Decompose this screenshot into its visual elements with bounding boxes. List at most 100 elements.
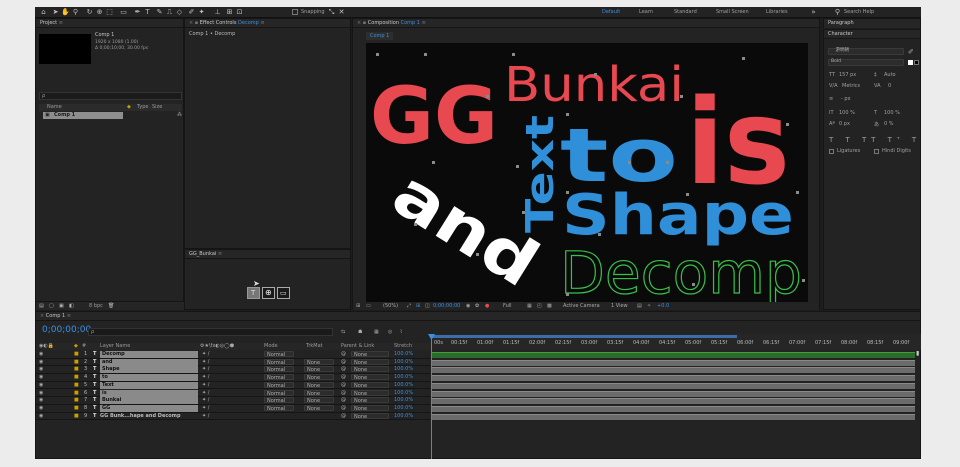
timeline-search-input[interactable]: ρ [88,328,333,336]
fast-previews-icon[interactable]: ◰ [537,303,542,310]
project-search-input[interactable]: ρ [39,92,182,100]
time-ruler[interactable]: 00s 00:15f 01:00f 01:15f 02:00f 02:15f 0… [431,334,921,350]
layer-switches[interactable]: ✦ / [202,374,209,381]
pickwhip-icon[interactable]: @ [341,397,346,404]
rotate-tool-icon[interactable]: ↻ [85,8,94,17]
layer-mode-dropdown[interactable]: Normal [264,381,294,389]
bounding-box-handle[interactable] [522,211,525,214]
layer-row[interactable]: ◉ ■ 6 T is ✦ / Normal None @ None 100.0% [36,389,431,398]
layer-mode-dropdown[interactable]: Normal [264,374,294,381]
col-size[interactable]: Size [152,104,162,111]
col-mode[interactable]: Mode [264,343,278,350]
type-tool-icon[interactable]: T [143,8,152,17]
bounding-box-handle[interactable] [432,161,435,164]
layer-duration-bar[interactable] [431,390,915,397]
layer-mode-dropdown[interactable]: Normal [264,404,294,412]
layer-switches[interactable]: ✦ / [202,382,209,389]
composition-tab[interactable]: × ▪ Composition Comp 1 ≡ [353,19,819,28]
layer-trkmat-dropdown[interactable]: None [304,404,334,412]
bounding-box-handle[interactable] [666,161,669,164]
orbit-tool-icon[interactable]: ⊕ [95,8,104,17]
eye-icon[interactable]: ◉ [39,397,43,404]
layer-stretch[interactable]: 100.0% [394,359,413,366]
kerning-value[interactable]: Metrics [842,83,860,89]
motion-blur-icon[interactable]: ◎ [388,329,392,336]
layer-duration-bar[interactable] [431,359,915,366]
layer-switches[interactable]: ✦ / [202,390,209,397]
layer-name[interactable]: Shape [100,366,198,374]
snapping-checkbox[interactable] [292,9,298,15]
mask-visibility-icon[interactable]: ◫ [425,303,430,310]
layer-trkmat-dropdown[interactable]: None [304,374,334,381]
layer-parent-dropdown[interactable]: None [351,366,389,373]
hand-tool-icon[interactable]: ✋ [61,8,70,17]
hindi-digits-checkbox[interactable] [874,149,879,154]
col-parent[interactable]: Parent & Link [341,343,374,350]
label-swatch[interactable]: ■ [74,413,79,420]
label-swatch[interactable]: ■ [74,405,79,412]
label-swatch[interactable]: ■ [74,374,79,381]
graph-editor-icon[interactable]: ⌇ [400,329,402,336]
current-time-display[interactable]: 0;00;00;00 [433,303,460,310]
workspace-learn[interactable]: Learn [639,9,653,15]
snap-target-icon[interactable]: ✕ [337,8,346,17]
label-swatch[interactable]: ■ [74,359,79,366]
faux-style-buttons[interactable]: T T TT Tᵀ T¹ T₁ [829,136,921,144]
pen-tool-icon[interactable]: ✒ [133,8,142,17]
layer-stretch[interactable]: 100.0% [394,390,413,397]
interpret-footage-icon[interactable]: ▤ [39,303,44,310]
layer-parent-dropdown[interactable]: None [351,358,389,366]
leading-value[interactable]: Auto [884,72,896,78]
stroke-color-swatch[interactable] [914,60,919,65]
shy-icon[interactable]: ☗ [358,329,362,336]
layer-mode-dropdown[interactable]: Normal [264,351,294,358]
eye-icon[interactable]: ◉ [39,374,43,381]
layer-row[interactable]: ◉ ■ 9 T GG Bunk...hape and Decomp ✦ / @ … [36,412,431,421]
shape-tool-icon[interactable]: ▭ [119,8,128,17]
bounding-box-handle[interactable] [594,73,597,76]
reset-exposure-icon[interactable]: ✧ [647,303,651,310]
layer-stretch[interactable]: 100.0% [394,397,413,404]
bounding-box-handle[interactable] [566,293,569,296]
layer-trkmat-dropdown[interactable]: None [304,366,334,373]
layer-mode-dropdown[interactable]: Normal [264,389,294,397]
current-time-indicator[interactable] [431,334,432,459]
eye-icon[interactable]: ◉ [39,366,43,373]
resolution-dropdown[interactable]: Full [503,303,512,310]
layout-icon[interactable]: ▤ [637,303,642,310]
layer-row[interactable]: ◉ ■ 4 T to ✦ / Normal None @ None 100.0% [36,374,431,382]
col-stretch[interactable]: Stretch [394,343,412,350]
layer-parent-dropdown[interactable]: None [351,412,389,420]
timeline-timecode[interactable]: 0;00;00;00 [42,326,91,335]
workspace-libraries[interactable]: Libraries [766,9,788,15]
workspace-small-screen[interactable]: Small Screen [716,9,749,15]
magnification-dropdown[interactable]: (50%) [383,303,398,310]
label-swatch[interactable]: ■ [74,366,79,373]
selection-tool-icon[interactable]: ➤ [51,8,60,17]
eye-icon[interactable]: ◉ [39,382,43,389]
layer-name[interactable]: Bunkai [100,397,198,405]
show-channel-icon[interactable]: ✿ [475,303,479,310]
layer-duration-bar[interactable] [431,352,915,358]
bounding-box-handle[interactable] [512,53,515,56]
layer-row[interactable]: ◉ ■ 2 T and ✦ / Normal None @ None 100.0… [36,358,431,367]
layer-trkmat-dropdown[interactable]: None [304,389,334,397]
layer-name[interactable]: is [100,389,198,397]
new-folder-icon[interactable]: ▢ [49,303,54,310]
stroke-width-value[interactable]: - px [841,96,851,102]
layer-switches[interactable]: ✦ / [202,351,209,358]
layer-row[interactable]: ◉ ■ 7 T Bunkai ✦ / Normal None @ None 10… [36,397,431,405]
font-size-value[interactable]: 157 px [839,72,856,78]
layer-name[interactable]: to [100,374,198,382]
layer-name[interactable]: GG [100,404,198,412]
layer-switches[interactable]: ✦ / [202,397,209,404]
bounding-box-handle[interactable] [796,191,799,194]
layer-switches[interactable]: ✦ / [202,413,209,420]
bounding-box-handle[interactable] [424,53,427,56]
search-icon[interactable]: ⚲ [833,8,842,17]
pickwhip-icon[interactable]: @ [341,382,346,389]
exposure-value[interactable]: +0.0 [657,303,669,310]
layer-row[interactable]: ◉ ■ 5 T Text ✦ / Normal None @ None 100.… [36,381,431,390]
snap-options-icon[interactable]: ⤡ [327,8,336,17]
region-of-interest-icon[interactable]: ▭ [366,303,371,310]
